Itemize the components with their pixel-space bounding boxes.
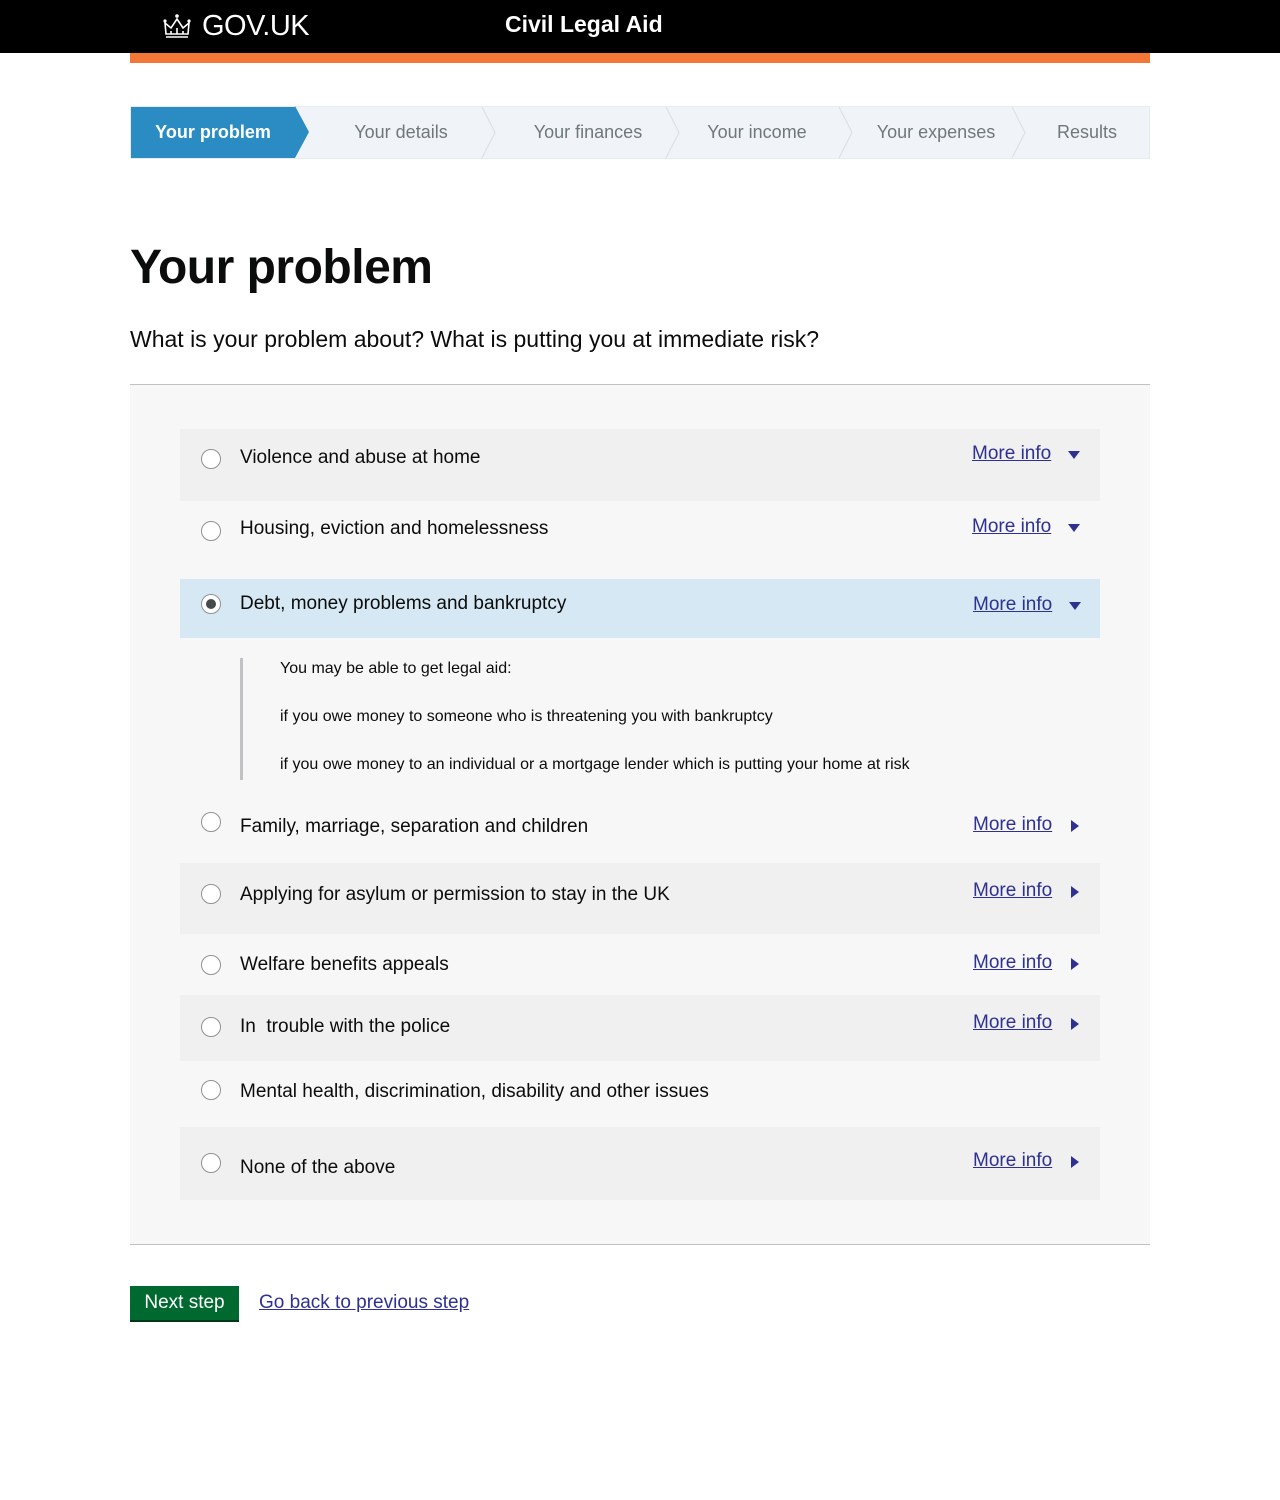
step-results: Results	[1056, 122, 1118, 142]
question-text: What is your problem about? What is putt…	[130, 326, 820, 352]
option-label: Mental health, discrimination, disabilit…	[240, 1081, 709, 1102]
govuk-home-link[interactable]: GOV.UK	[162, 9, 310, 42]
option-family[interactable]: Family, marriage, separation and childre…	[180, 795, 1100, 863]
step-your-expenses: Your expenses	[876, 122, 996, 142]
debt-more-info-panel: You may be able to get legal aid: if you…	[240, 658, 1040, 780]
radio-button[interactable]	[201, 1080, 221, 1100]
header-accent-bar	[130, 53, 1150, 63]
govuk-logo-text: GOV.UK	[202, 9, 310, 42]
option-police[interactable]: In trouble with the police More info	[180, 995, 1100, 1061]
more-info-link[interactable]: More info	[973, 1012, 1052, 1034]
details-intro: You may be able to get legal aid:	[280, 660, 512, 677]
next-step-button[interactable]: Next step	[130, 1286, 239, 1320]
radio-button[interactable]	[201, 521, 221, 541]
step-separator	[1011, 107, 1026, 158]
details-item: if you owe money to someone who is threa…	[280, 708, 773, 725]
option-mental-health[interactable]: Mental health, discrimination, disabilit…	[180, 1061, 1100, 1127]
step-separator	[838, 107, 853, 158]
triangle-right-icon[interactable]	[1071, 886, 1079, 898]
radio-button[interactable]	[201, 955, 221, 975]
option-label: Debt, money problems and bankruptcy	[240, 593, 567, 614]
option-label: None of the above	[240, 1157, 396, 1178]
triangle-right-icon[interactable]	[1071, 1156, 1079, 1168]
progress-steps: Your problem Your details Your finances …	[130, 106, 1150, 159]
option-label: Applying for asylum or permission to sta…	[240, 884, 670, 905]
triangle-right-icon[interactable]	[1071, 1018, 1079, 1030]
more-info-link[interactable]: More info	[973, 814, 1052, 836]
more-info-link[interactable]: More info	[973, 880, 1052, 902]
option-violence[interactable]: Violence and abuse at home More info	[180, 429, 1100, 501]
more-info-link[interactable]: More info	[973, 594, 1052, 616]
option-label: Housing, eviction and homelessness	[240, 518, 549, 539]
more-info-link[interactable]: More info	[973, 952, 1052, 974]
radio-button[interactable]	[201, 812, 221, 832]
option-label: Family, marriage, separation and childre…	[240, 816, 589, 837]
option-welfare[interactable]: Welfare benefits appeals More info	[180, 934, 1100, 995]
option-debt[interactable]: Debt, money problems and bankruptcy More…	[180, 579, 1100, 638]
radio-button[interactable]	[201, 1153, 221, 1173]
option-label: Welfare benefits appeals	[240, 954, 449, 975]
back-link[interactable]: Go back to previous step	[259, 1292, 469, 1314]
step-separator	[481, 107, 496, 158]
service-name-link[interactable]: Civil Legal Aid	[505, 11, 663, 38]
radio-button[interactable]	[201, 1017, 221, 1037]
step-separator	[665, 107, 680, 158]
option-asylum[interactable]: Applying for asylum or permission to sta…	[180, 863, 1100, 934]
details-item: if you owe money to an individual or a m…	[280, 756, 910, 773]
option-housing[interactable]: Housing, eviction and homelessness More …	[180, 501, 1100, 579]
site-header: GOV.UK Civil Legal Aid	[0, 0, 1280, 53]
more-info-link[interactable]: More info	[972, 516, 1051, 538]
radio-button[interactable]	[201, 449, 221, 469]
step-your-details: Your details	[354, 122, 448, 142]
more-info-link[interactable]: More info	[973, 1150, 1052, 1172]
triangle-right-icon[interactable]	[1071, 958, 1079, 970]
page-title: Your problem	[130, 241, 433, 294]
step-your-finances: Your finances	[533, 122, 643, 142]
triangle-right-icon[interactable]	[1071, 820, 1079, 832]
crown-icon	[163, 14, 191, 38]
option-label: In trouble with the police	[240, 1016, 451, 1037]
step-your-problem: Your problem	[131, 107, 295, 158]
triangle-down-icon[interactable]	[1069, 602, 1081, 610]
radio-button[interactable]	[201, 884, 221, 904]
triangle-down-icon[interactable]	[1068, 451, 1080, 459]
more-info-link[interactable]: More info	[972, 443, 1051, 465]
triangle-down-icon[interactable]	[1068, 524, 1080, 532]
option-label: Violence and abuse at home	[240, 447, 481, 468]
step-active-arrow	[295, 106, 309, 158]
step-your-income: Your income	[707, 122, 807, 142]
option-none[interactable]: None of the above More info	[180, 1127, 1100, 1200]
radio-button-checked[interactable]	[201, 594, 221, 614]
